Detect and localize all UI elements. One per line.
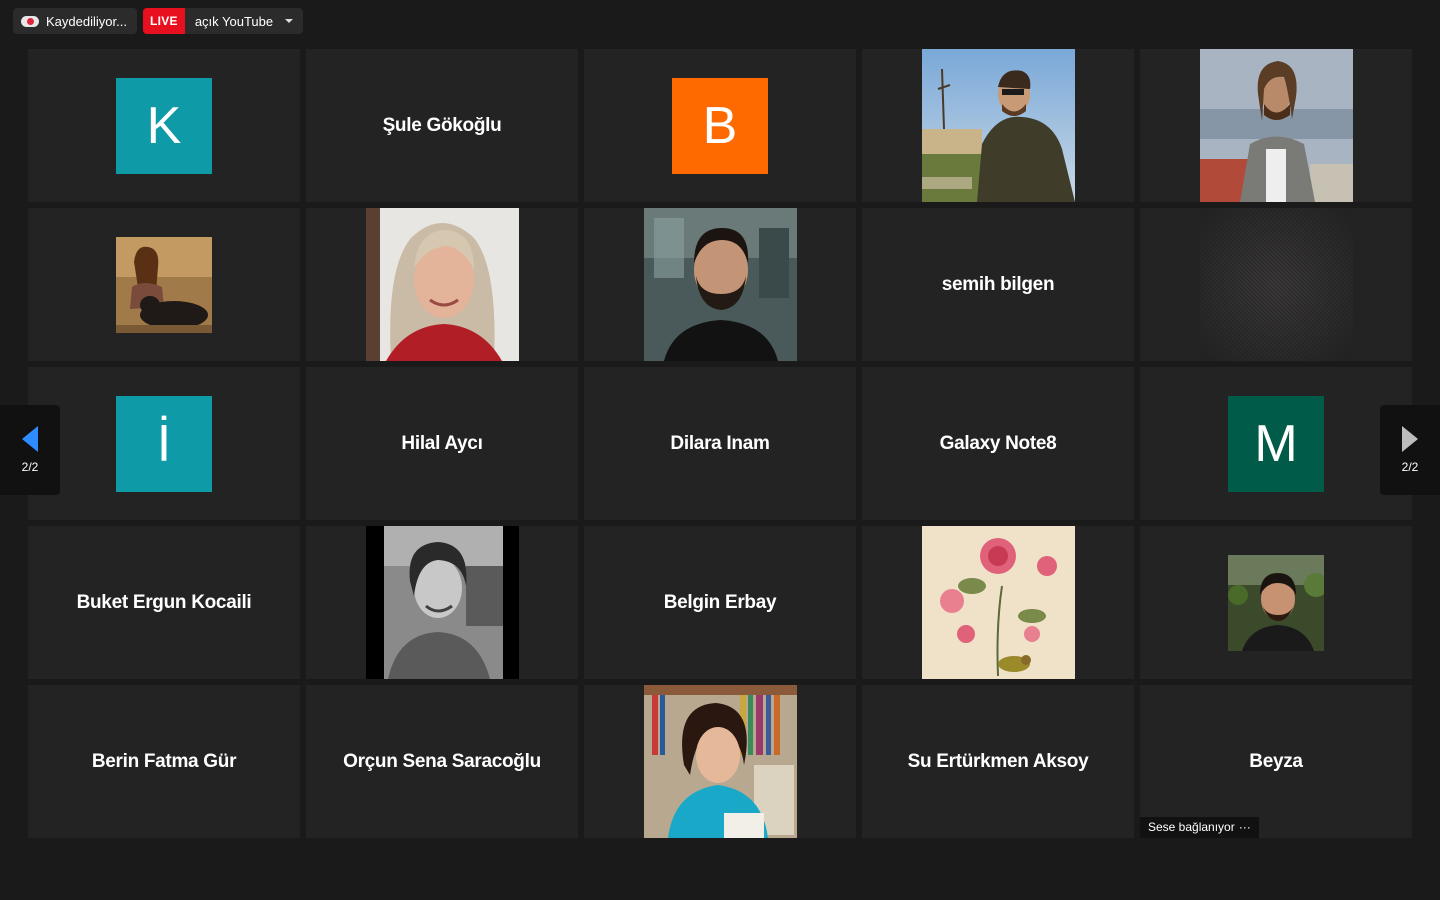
page-indicator: 2/2	[21, 460, 39, 474]
participant-name: Şule Gökoğlu	[382, 114, 502, 136]
participant-tile[interactable]: B	[584, 49, 856, 202]
avatar: M	[1228, 395, 1324, 492]
participant-tile[interactable]: Berin Fatma Gür	[28, 685, 300, 838]
avatar-letter: B	[702, 96, 738, 155]
audio-connecting-status: Sese bağlanıyor ···	[1140, 817, 1259, 838]
participant-tile[interactable]	[1140, 526, 1412, 679]
man-smiling-small-photo	[1228, 554, 1324, 651]
participant-name: semih bilgen	[941, 273, 1055, 295]
live-stream-label: açık YouTube	[194, 13, 274, 29]
participant-tile[interactable]: Galaxy Note8	[862, 367, 1134, 520]
dark-fabric-texture-photo	[1199, 208, 1353, 361]
avatar-letter: İ	[156, 414, 172, 473]
participant-tile[interactable]: Belgin Erbay	[584, 526, 856, 679]
participant-name: Beyza	[1249, 750, 1303, 772]
participant-tile[interactable]: Şule Gökoğlu	[306, 49, 578, 202]
participant-tile[interactable]	[584, 208, 856, 361]
participant-tile[interactable]: Hilal Aycı	[306, 367, 578, 520]
next-page-button[interactable]: 2/2	[1380, 405, 1440, 495]
status-label: Sese bağlanıyor	[1148, 820, 1235, 834]
arrow-left-icon	[22, 426, 38, 452]
blonde-woman-smiling-photo	[365, 208, 519, 361]
black-white-woman-video-photo	[365, 526, 519, 679]
live-stream-dropdown[interactable]: LIVE açık YouTube	[142, 8, 304, 34]
participant-tile[interactable]: İ	[28, 367, 300, 520]
man-sunglasses-jacket-outdoor-photo	[921, 49, 1075, 202]
recording-indicator[interactable]: Kaydediliyor...	[13, 8, 137, 34]
participant-tile[interactable]	[1140, 49, 1412, 202]
woman-with-dog-small-photo	[116, 236, 212, 333]
participant-name: Su Ertürkmen Aksoy	[907, 750, 1089, 772]
participant-tile[interactable]	[306, 208, 578, 361]
cloud-recording-icon	[21, 15, 39, 27]
participant-name: Belgin Erbay	[663, 591, 777, 613]
live-badge: LIVE	[142, 8, 185, 34]
participant-name: Galaxy Note8	[939, 432, 1057, 454]
avatar-letter: K	[146, 96, 182, 155]
avatar-letter: M	[1254, 414, 1298, 473]
participant-tile[interactable]	[28, 208, 300, 361]
avatar: İ	[116, 395, 212, 492]
participant-tile[interactable]: semih bilgen	[862, 208, 1134, 361]
previous-page-button[interactable]: 2/2	[0, 405, 60, 495]
participant-tile[interactable]	[862, 526, 1134, 679]
participant-tile[interactable]	[306, 526, 578, 679]
participant-tile[interactable]: Beyza Sese bağlanıyor ···	[1140, 685, 1412, 838]
man-long-hair-scarf-city-view-photo	[1199, 49, 1353, 202]
participant-name: Buket Ergun Kocaili	[76, 591, 252, 613]
participant-name: Dilara Inam	[670, 432, 770, 454]
participant-tile[interactable]: Orçun Sena Saracoğlu	[306, 685, 578, 838]
arrow-right-icon	[1402, 426, 1418, 452]
participant-tile[interactable]: Buket Ergun Kocaili	[28, 526, 300, 679]
participant-name: Berin Fatma Gür	[91, 750, 237, 772]
participant-name: Orçun Sena Saracoğlu	[343, 750, 541, 772]
caret-down-icon	[285, 19, 294, 23]
participant-tile[interactable]	[584, 685, 856, 838]
avatar: B	[672, 77, 768, 174]
gallery-grid: K Şule Gökoğlu B semih bilgen İ Hilal Ay…	[28, 49, 1412, 838]
loading-dots-icon: ···	[1238, 820, 1251, 834]
participant-tile[interactable]: M	[1140, 367, 1412, 520]
participant-tile[interactable]	[862, 49, 1134, 202]
participant-tile[interactable]: Dilara Inam	[584, 367, 856, 520]
participant-tile[interactable]: Su Ertürkmen Aksoy	[862, 685, 1134, 838]
participant-tile[interactable]: K	[28, 49, 300, 202]
participant-name: Hilal Aycı	[401, 432, 483, 454]
avatar: K	[116, 77, 212, 174]
floral-painting-bird-photo	[921, 526, 1075, 679]
woman-curly-hair-bookshelf-photo	[643, 685, 797, 838]
bearded-man-black-shirt-photo	[643, 208, 797, 361]
page-indicator: 2/2	[1401, 460, 1419, 474]
top-bar: Kaydediliyor... LIVE açık YouTube	[13, 8, 304, 34]
recording-label: Kaydediliyor...	[46, 13, 127, 29]
participant-tile[interactable]	[1140, 208, 1412, 361]
